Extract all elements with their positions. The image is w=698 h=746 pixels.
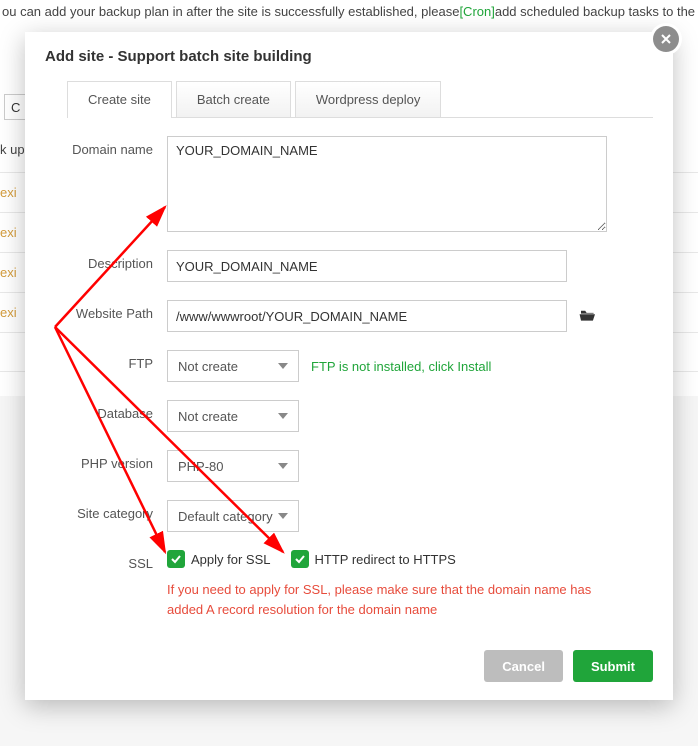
tabs: Create site Batch create Wordpress deplo…: [67, 81, 653, 118]
database-select[interactable]: Not create: [167, 400, 299, 432]
add-site-form: Domain name Description Website Path: [67, 118, 653, 619]
cron-link[interactable]: [Cron]: [459, 4, 494, 19]
http-redirect-checkbox[interactable]: HTTP redirect to HTTPS: [291, 550, 456, 568]
chevron-down-icon: [278, 413, 288, 419]
domain-name-input[interactable]: [167, 136, 607, 232]
bg-banner-post: add scheduled backup tasks to the p: [495, 4, 698, 19]
apply-ssl-checkbox[interactable]: Apply for SSL: [167, 550, 271, 568]
website-path-input[interactable]: [167, 300, 567, 332]
bg-backup-label: k up: [0, 142, 25, 157]
description-input[interactable]: [167, 250, 567, 282]
php-version-label: PHP version: [67, 450, 167, 471]
close-button[interactable]: [653, 26, 679, 52]
php-version-select-value: PHP-80: [178, 459, 224, 474]
site-category-select[interactable]: Default category: [167, 500, 299, 532]
ftp-install-note[interactable]: FTP is not installed, click Install: [311, 359, 491, 374]
bg-banner-pre: ou can add your backup plan in after the…: [2, 4, 459, 19]
ssl-warning-note: If you need to apply for SSL, please mak…: [167, 580, 597, 619]
tab-create-site[interactable]: Create site: [67, 81, 172, 117]
http-redirect-label: HTTP redirect to HTTPS: [315, 552, 456, 567]
bg-exist-link-3[interactable]: exi: [0, 265, 17, 280]
apply-ssl-label: Apply for SSL: [191, 552, 271, 567]
bg-exist-link-4[interactable]: exi: [0, 305, 17, 320]
checkmark-icon: [291, 550, 309, 568]
checkmark-icon: [167, 550, 185, 568]
domain-name-label: Domain name: [67, 136, 167, 157]
cancel-button[interactable]: Cancel: [484, 650, 563, 682]
chevron-down-icon: [278, 463, 288, 469]
ftp-select-value: Not create: [178, 359, 238, 374]
modal-title: Add site - Support batch site building: [25, 32, 673, 81]
php-version-select[interactable]: PHP-80: [167, 450, 299, 482]
submit-button[interactable]: Submit: [573, 650, 653, 682]
database-label: Database: [67, 400, 167, 421]
bg-banner: ou can add your backup plan in after the…: [0, 0, 698, 23]
bg-exist-link-1[interactable]: exi: [0, 185, 17, 200]
browse-path-button[interactable]: [579, 308, 597, 325]
description-label: Description: [67, 250, 167, 271]
folder-icon: [579, 308, 597, 322]
bg-exist-link-2[interactable]: exi: [0, 225, 17, 240]
site-category-select-value: Default category: [178, 509, 273, 524]
website-path-label: Website Path: [67, 300, 167, 321]
modal-footer: Cancel Submit: [484, 650, 653, 682]
ftp-label: FTP: [67, 350, 167, 371]
tab-batch-create[interactable]: Batch create: [176, 81, 291, 117]
chevron-down-icon: [278, 363, 288, 369]
chevron-down-icon: [278, 513, 288, 519]
ssl-label: SSL: [67, 550, 167, 571]
database-select-value: Not create: [178, 409, 238, 424]
close-icon: [661, 34, 671, 44]
site-category-label: Site category: [67, 500, 167, 521]
add-site-modal: Add site - Support batch site building C…: [25, 32, 673, 700]
ftp-select[interactable]: Not create: [167, 350, 299, 382]
tab-wordpress-deploy[interactable]: Wordpress deploy: [295, 81, 442, 117]
